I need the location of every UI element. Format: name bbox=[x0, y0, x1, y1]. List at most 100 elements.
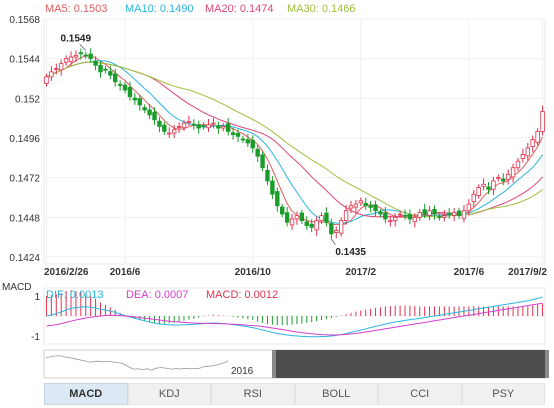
tab-boll[interactable]: BOLL bbox=[294, 383, 378, 405]
candle-body bbox=[353, 203, 359, 208]
candle-body bbox=[147, 109, 152, 116]
candle-body bbox=[407, 213, 413, 220]
candle-body bbox=[270, 180, 275, 195]
candle-body bbox=[137, 98, 142, 106]
candle-body bbox=[368, 205, 373, 208]
candle-body bbox=[343, 210, 349, 222]
candle-body bbox=[250, 139, 255, 149]
candle-body bbox=[78, 52, 84, 55]
ma-legend: MA5: 0.1503 MA10: 0.1490 MA20: 0.1474 MA30:… bbox=[45, 3, 356, 15]
candle-body bbox=[284, 212, 290, 223]
candle-body bbox=[515, 160, 521, 169]
candle-body bbox=[176, 126, 182, 128]
candle-body bbox=[422, 209, 427, 215]
tab-cci[interactable]: CCI bbox=[378, 383, 462, 405]
candle-body bbox=[309, 223, 314, 228]
candle-body bbox=[265, 169, 270, 182]
macd-panel-label: MACD bbox=[2, 282, 31, 293]
candle-body bbox=[373, 204, 378, 212]
macd-y-tick-label: 1 bbox=[34, 292, 40, 303]
candle-body bbox=[196, 124, 201, 129]
candle-body bbox=[299, 212, 305, 222]
legend-item: MA30: 0.1466 bbox=[287, 3, 356, 15]
candle-body bbox=[275, 191, 280, 207]
range-navigator[interactable]: 2016 bbox=[43, 349, 549, 379]
candle-body bbox=[501, 178, 506, 182]
navigator-left-handle[interactable] bbox=[272, 350, 276, 378]
candle-body bbox=[461, 210, 467, 219]
candle-body bbox=[58, 63, 64, 71]
candle-body bbox=[466, 203, 472, 212]
candle-body bbox=[162, 124, 167, 132]
candle-body bbox=[491, 180, 496, 190]
candle-body bbox=[206, 124, 211, 129]
x-tick-label: 2016/2/26 bbox=[44, 267, 89, 278]
candle-body bbox=[294, 215, 300, 220]
candle-body bbox=[383, 212, 388, 220]
candle-body bbox=[481, 183, 486, 187]
candle-body bbox=[535, 130, 540, 143]
candle-body bbox=[397, 213, 403, 216]
candle-body bbox=[186, 121, 192, 123]
candle-body bbox=[240, 138, 246, 141]
tab-macd[interactable]: MACD bbox=[44, 383, 128, 405]
candle-body bbox=[157, 120, 162, 127]
candle-body bbox=[432, 208, 437, 215]
macd-legend: DIF: 0.0013 DEA: 0.0007 MACD: 0.0012 bbox=[46, 289, 278, 301]
candle-body bbox=[280, 206, 285, 215]
candle-body bbox=[486, 186, 491, 190]
candle-body bbox=[122, 84, 128, 91]
candle-body bbox=[525, 147, 531, 157]
candle-body bbox=[117, 84, 123, 86]
navigator-right-handle[interactable] bbox=[545, 350, 549, 378]
candle-body bbox=[510, 167, 516, 178]
candle-body bbox=[93, 60, 98, 66]
candle-body bbox=[476, 187, 481, 196]
y-tick-label: 0.1544 bbox=[9, 55, 40, 66]
candle-body bbox=[378, 211, 383, 215]
tab-rsi[interactable]: RSI bbox=[211, 383, 295, 405]
candle-body bbox=[363, 203, 368, 207]
y-tick-label: 0.152 bbox=[15, 94, 40, 105]
candlestick-panel: 0.1568 0.1544 0.152 0.1496 0.1472 0.1448 0.142… bbox=[9, 3, 547, 278]
candle-body bbox=[127, 87, 133, 98]
macd-panel: MACD 1 -1 DIF: 0.0013 DEA: 0.0007 MACD: 0.0… bbox=[2, 282, 546, 345]
annotation-label: 0.1435 bbox=[335, 247, 366, 258]
candle-body bbox=[88, 53, 93, 60]
navigator-window[interactable] bbox=[276, 350, 545, 378]
candle-body bbox=[392, 216, 398, 222]
candle-body bbox=[68, 56, 74, 62]
candle-body bbox=[540, 111, 545, 132]
candle-body bbox=[191, 123, 197, 126]
candle-body bbox=[530, 139, 535, 147]
candle-body bbox=[73, 54, 79, 58]
candle-body bbox=[304, 221, 309, 226]
candle-body bbox=[505, 173, 511, 181]
legend-item: MA5: 0.1503 bbox=[45, 3, 107, 15]
y-tick-label: 0.1568 bbox=[9, 15, 40, 26]
legend-item: MA20: 0.1474 bbox=[205, 3, 274, 15]
candle-body bbox=[456, 210, 462, 217]
candle-body bbox=[142, 107, 147, 111]
macd-legend-item: MACD: 0.0012 bbox=[206, 289, 278, 301]
tab-psy[interactable]: PSY bbox=[461, 383, 545, 405]
candle-body bbox=[314, 220, 319, 231]
stock-chart: 0.1568 0.1544 0.152 0.1496 0.1472 0.1448 0.142… bbox=[2, 3, 549, 379]
candle-body bbox=[167, 132, 172, 135]
legend-item: MA10: 0.1490 bbox=[125, 3, 194, 15]
y-tick-label: 0.1424 bbox=[9, 253, 40, 264]
candle-body bbox=[221, 126, 226, 129]
candle-body bbox=[63, 58, 69, 63]
candle-body bbox=[108, 71, 113, 76]
candle-body bbox=[113, 73, 118, 83]
candle-body bbox=[496, 177, 501, 180]
macd-legend-item: DIF: 0.0013 bbox=[46, 289, 103, 301]
y-tick-label: 0.1496 bbox=[9, 134, 40, 145]
macd-y-tick-label: -1 bbox=[31, 332, 40, 343]
x-tick-label: 2016/6 bbox=[110, 267, 141, 278]
candle-body bbox=[171, 129, 177, 134]
navigator-year-label: 2016 bbox=[231, 366, 254, 377]
candle-body bbox=[54, 68, 59, 70]
x-tick-label: 2016/10 bbox=[235, 267, 272, 278]
tab-kdj[interactable]: KDJ bbox=[127, 383, 211, 405]
